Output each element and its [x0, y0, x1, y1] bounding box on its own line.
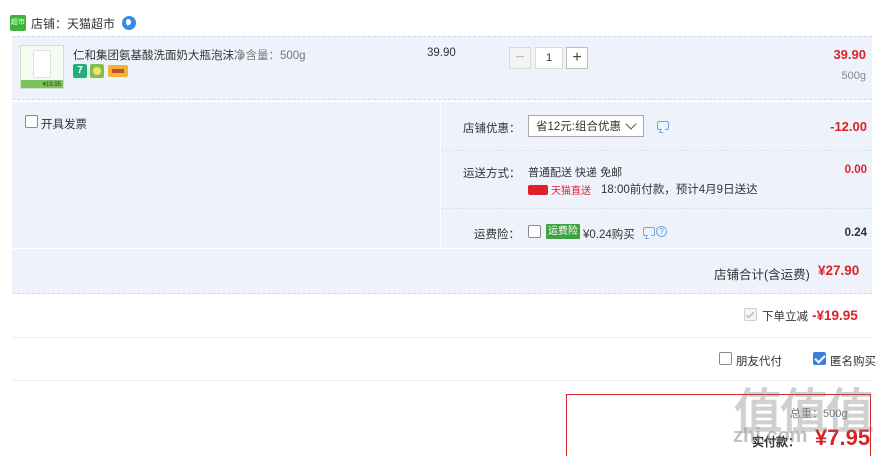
instant-discount-amount: -¥19.95 — [812, 308, 858, 323]
insurance-price: ¥0.24购买 — [583, 229, 635, 241]
shipping-method: 普通配送 快递 免邮 — [528, 167, 623, 179]
shipping-amount: 0.00 — [844, 164, 867, 176]
anonymous-checkbox[interactable] — [813, 352, 826, 365]
chevron-down-icon — [625, 118, 637, 130]
tmall-direct-label: 天猫直送 — [551, 186, 591, 197]
insurance-checkbox[interactable] — [528, 225, 541, 238]
product-thumbnail[interactable]: ¥19.95 — [20, 45, 64, 89]
discount-comment-icon[interactable] — [657, 121, 669, 130]
subtotal-amount: ¥27.90 — [818, 263, 860, 278]
discount-label: 店铺优惠： — [463, 123, 521, 135]
bottle-image — [33, 50, 51, 78]
unit-price: 39.90 — [427, 47, 456, 59]
insurance-tag: 运费险 — [546, 224, 580, 239]
insurance-amount: 0.24 — [844, 227, 867, 239]
divider — [12, 337, 872, 338]
anonymous-label[interactable]: 匿名购买 — [830, 353, 876, 369]
item-total-price: 39.90 — [833, 47, 866, 62]
friend-pay-label[interactable]: 朋友代付 — [736, 353, 782, 369]
watermark-text: zhi.com — [733, 425, 808, 447]
store-chat-icon[interactable] — [122, 16, 137, 30]
tmall-direct-tag: 天猫直送 — [528, 182, 591, 197]
discount-select[interactable]: 省12元:组合优惠 — [528, 115, 644, 137]
tmall-cat-icon — [528, 184, 548, 195]
item-weight: 500g — [841, 70, 866, 82]
discount-selected-value: 省12元:组合优惠 — [536, 121, 621, 133]
store-name[interactable]: 店铺：天猫超市 — [31, 15, 115, 32]
guarantee-icon — [90, 64, 104, 78]
card-payment-icon — [108, 65, 128, 77]
quantity-increase-button[interactable]: + — [566, 47, 588, 69]
tmall-supermarket-logo: 超市 — [10, 15, 26, 31]
instant-discount-label: 下单立减 — [762, 311, 808, 323]
divider — [441, 150, 872, 151]
product-title[interactable]: 仁和集团氨基酸洗面奶大瓶泡沫... — [73, 47, 244, 63]
quantity-input[interactable]: 1 — [535, 47, 563, 69]
seven-day-return-icon: 7 — [73, 64, 87, 78]
insurance-label: 运费险： — [474, 229, 520, 241]
shipping-label: 运送方式： — [463, 168, 521, 180]
invoice-label[interactable]: 开具发票 — [41, 116, 87, 132]
divider — [441, 208, 872, 209]
thumbnail-price: ¥19.95 — [42, 82, 61, 88]
subtotal-label: 店铺合计(含运费) — [714, 268, 810, 282]
cart-item-row: ¥19.95 仁和集团氨基酸洗面奶大瓶泡沫... 净含量：500g 7 39.9… — [12, 36, 872, 100]
invoice-checkbox[interactable] — [25, 115, 38, 128]
friend-pay-checkbox[interactable] — [719, 352, 732, 365]
discount-amount: -12.00 — [830, 119, 867, 134]
help-icon[interactable]: ? — [656, 226, 667, 237]
instant-discount-checkbox — [744, 308, 757, 321]
quantity-decrease-button[interactable]: − — [509, 47, 531, 69]
insurance-comment-icon[interactable] — [643, 227, 655, 236]
product-spec: 净含量：500g — [234, 50, 306, 62]
shipping-eta: 18:00前付款，预计4月9日送达 — [601, 184, 758, 196]
store-header: 超市 店铺：天猫超市 — [10, 13, 137, 33]
